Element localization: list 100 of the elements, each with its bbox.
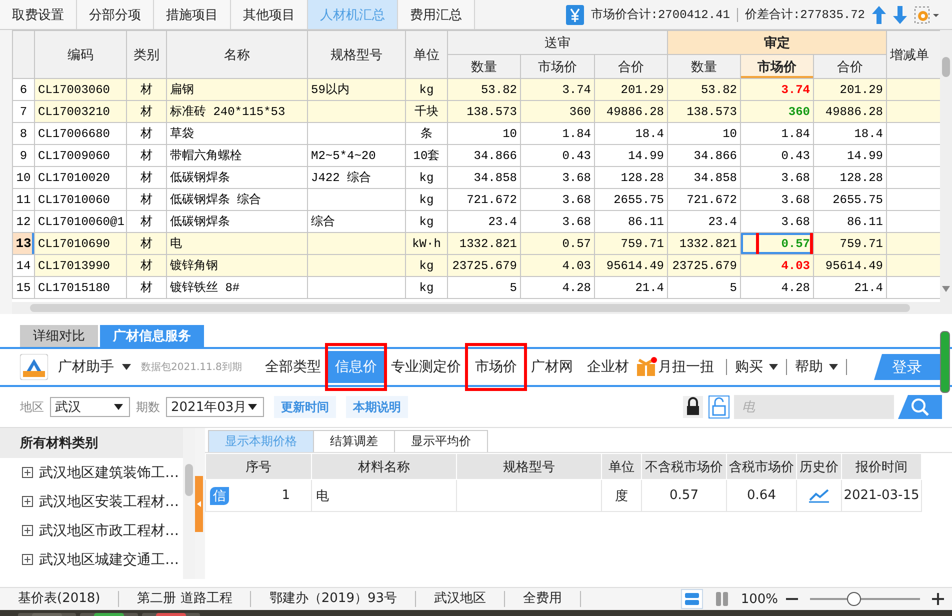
table-cell: 电 [166,232,308,254]
region-select[interactable]: 武汉 [50,397,130,417]
table-cell: 4.28 [781,280,810,294]
rows-view-icon[interactable] [684,592,699,606]
table-cell: 低碳钢焊条 综合 [166,188,308,210]
table-cell: 扁钢 [166,78,308,100]
total-label: 价差合计:277835.72 [744,7,865,23]
row-number: 9 [12,144,34,166]
table-cell: 材 [126,254,166,276]
promo-link[interactable]: 月扭一扭 [658,358,714,376]
table-cell: 138.573 [668,100,740,122]
table-cell: 0.57 [642,480,726,512]
column-header: 历史价 [796,454,842,480]
tree-item[interactable]: 武汉地区城建交通工… [0,545,183,574]
table-cell: 360 [520,100,594,122]
column-header: 序号 [206,454,312,480]
settings-icon[interactable] [914,6,940,24]
row-number: 13 [12,232,34,254]
table-cell: 3.68 [520,188,594,210]
tree-item[interactable]: 武汉地区建筑装饰工… [0,458,183,487]
table-cell: 10 [668,122,740,144]
column-header: 合价 [594,54,668,78]
table-cell: 4.03 [520,254,594,276]
columns-view-icon[interactable] [714,592,729,606]
table-cell: 53.82 [668,78,740,100]
row-number: 6 [12,78,34,100]
nav-tab[interactable]: 专业测定价 [384,351,468,383]
column-header: 市场价 [520,54,594,78]
table-cell: 1.84 [781,126,810,140]
table-cell: 128.28 [594,166,668,188]
gift-icon[interactable] [636,356,658,378]
up-arrow-icon[interactable] [872,6,886,24]
caret-icon [114,404,123,410]
nav-tab[interactable]: 市场价 [468,351,524,383]
table-cell: 3.68 [781,170,810,184]
menu-button[interactable]: 购买 [730,358,782,376]
table-cell: CL17003210 [34,100,126,122]
tab[interactable]: 详细对比 [20,325,98,347]
nav-tab[interactable]: 全部类型 [258,351,328,383]
column-header: 类别 [126,30,166,78]
table-cell: CL17013990 [34,254,126,276]
table-cell: CL17006680 [34,122,126,144]
column-header: 单位 [406,30,448,78]
row-number: 15 [12,276,34,298]
table-cell: 21.4 [594,276,668,298]
table-cell: 34.866 [448,144,520,166]
row-number: 12 [12,210,34,232]
status-item: 鄂建办（2019）93号 [251,591,416,607]
table-cell: 5 [448,276,520,298]
search-button[interactable] [898,395,942,419]
search-field[interactable]: 电 [734,395,894,419]
table-cell: 59以内 [308,78,406,100]
table-cell: kg [406,188,448,210]
collapse-handle[interactable] [195,476,203,532]
row-number: 8 [12,122,34,144]
tree-item[interactable]: 武汉地区市政工程材… [0,516,183,545]
scroll-thumb[interactable] [942,57,950,77]
zoom-in-icon[interactable] [932,593,944,605]
status-item: 第二册 道路工程 [119,591,252,607]
table-cell: 材 [126,232,166,254]
column-header: 合价 [814,54,886,78]
slider-thumb[interactable] [847,592,861,606]
table-cell: 0.43 [781,148,810,162]
table-cell: 材 [126,144,166,166]
column-header: 数量 [448,54,520,78]
table-cell: 14.99 [594,144,668,166]
table-cell: 4.28 [520,276,594,298]
table-cell: 3.68 [781,192,810,206]
chart-icon[interactable] [809,488,829,502]
source-badge: 信 [210,486,229,504]
table-cell: CL17003060 [34,78,126,100]
period-select[interactable]: 2021年03月 [166,397,264,417]
table-cell: 低碳钢焊条 [166,166,308,188]
table-cell: 标准砖 240*115*53 [166,100,308,122]
table-cell: 材 [126,100,166,122]
table-cell: 镀锌铁丝 8# [166,276,308,298]
scroll-thumb[interactable] [185,464,193,496]
scroll-down-icon[interactable] [942,286,950,292]
table-cell: kg [406,78,448,100]
brand-menu[interactable]: 广材助手 [58,358,131,376]
tree-item[interactable]: 武汉地区安装工程材… [0,487,183,516]
down-arrow-icon[interactable] [893,6,907,24]
nav-tab[interactable]: 广材网 [524,351,580,383]
table-cell: 1.84 [520,122,594,144]
column-header: 增减单 [886,30,940,78]
nav-tab[interactable]: 企业材 [580,351,636,383]
scroll-thumb[interactable] [30,304,910,312]
table-cell: 材 [126,78,166,100]
table-cell: CL17010060 [34,188,126,210]
table-cell: 1332.821 [668,232,740,254]
tab[interactable]: 显示平均价 [394,430,488,452]
column-header: 报价时间 [842,454,922,480]
lock-icon[interactable] [682,395,704,419]
menu-button[interactable]: 帮助 [790,358,842,376]
table-cell: 千块 [406,100,448,122]
total-label: 市场价合计:2700412.41 [590,7,730,23]
column-header: 不含税市场价 [642,454,726,480]
table-cell: CL17010020 [34,166,126,188]
table-cell: 721.672 [448,188,520,210]
table-cell: 10 [448,122,520,144]
